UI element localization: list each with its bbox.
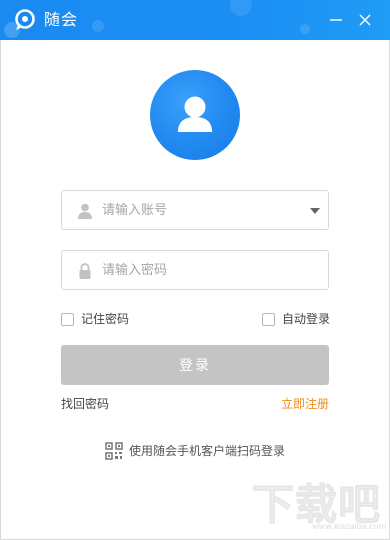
title-bar-decoration: [230, 0, 252, 16]
login-button[interactable]: 登录: [61, 345, 329, 385]
title-bar-decoration: [92, 20, 104, 32]
title-bar[interactable]: 随会: [0, 0, 390, 40]
qr-login-label: 使用随会手机客户端扫码登录: [129, 444, 286, 458]
auto-login-checkbox[interactable]: 自动登录: [262, 311, 330, 327]
remember-password-checkbox[interactable]: 记住密码: [61, 311, 129, 327]
remember-password-label: 记住密码: [81, 312, 130, 326]
avatar: [150, 70, 240, 160]
lock-icon: [79, 263, 91, 279]
chevron-down-icon[interactable]: [310, 208, 320, 214]
app-title: 随会: [44, 10, 79, 29]
minimize-icon[interactable]: [326, 10, 346, 30]
title-bar-decoration: [300, 24, 310, 34]
auto-login-label: 自动登录: [282, 312, 331, 326]
user-icon: [78, 203, 92, 219]
app-logo-icon: [15, 9, 35, 30]
checkbox-box[interactable]: [61, 312, 74, 326]
watermark: 下载吧 www.xiazaiba.com: [251, 478, 387, 536]
password-field[interactable]: [61, 250, 329, 290]
user-avatar-icon: [178, 96, 212, 132]
register-link[interactable]: 立即注册: [281, 396, 329, 412]
account-field[interactable]: [61, 190, 329, 230]
forgot-password-link[interactable]: 找回密码: [61, 396, 109, 412]
password-input[interactable]: [102, 251, 312, 289]
close-icon[interactable]: [355, 10, 375, 30]
account-input[interactable]: [102, 191, 312, 229]
qr-login-link[interactable]: 使用随会手机客户端扫码登录: [105, 441, 285, 461]
watermark-url: www.xiazaiba.com: [312, 522, 387, 531]
qr-code-icon: [105, 442, 123, 460]
checkbox-box[interactable]: [262, 312, 275, 326]
